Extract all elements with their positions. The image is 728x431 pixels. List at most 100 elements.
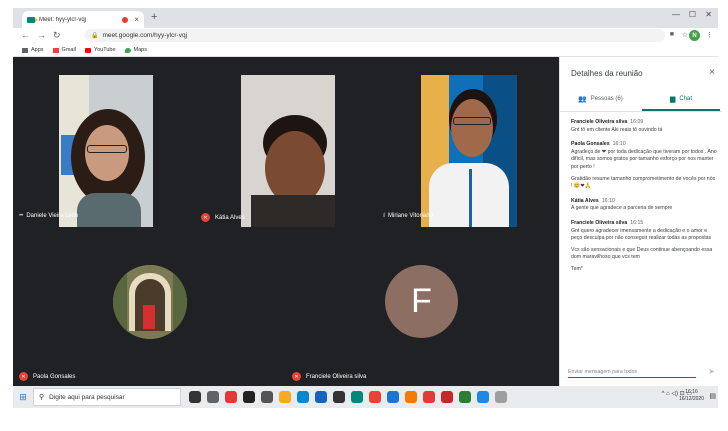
- participant-name: Kátia Alves: [215, 214, 245, 221]
- chat-icon: ▆: [670, 96, 676, 103]
- mic-off-icon: ✕: [19, 372, 28, 381]
- address-bar-row: ← → ↻ 🔒 meet.google.com/hyy-ylcr-vqj ■ ☆…: [13, 28, 718, 44]
- participant-name: Miriane Vitoriano: [388, 213, 433, 219]
- participant-name: Paola Gonsales: [33, 373, 76, 380]
- maximize-button[interactable]: ☐: [689, 10, 696, 19]
- message-text: A gente que agradece a parceria de sempr…: [571, 205, 673, 212]
- taskbar-app-icon[interactable]: [315, 391, 327, 403]
- mic-off-icon: ✕: [292, 372, 301, 381]
- message-text: Gratidão resume tamanho comprometimento …: [571, 175, 716, 190]
- reload-icon[interactable]: ↻: [53, 30, 61, 41]
- participant-tile[interactable]: ıl Miriane Vitoriano: [377, 57, 559, 227]
- browser-tab-bar: Meet: hyy-ylcr-vqj × + — ☐ ✕: [13, 8, 718, 28]
- youtube-icon: [84, 47, 91, 53]
- close-window-button[interactable]: ✕: [705, 10, 712, 19]
- participant-video: [421, 75, 517, 227]
- speaking-indicator-icon: •••: [19, 213, 23, 219]
- taskbar-app-icon[interactable]: [495, 391, 507, 403]
- forward-arrow-icon[interactable]: →: [37, 30, 46, 40]
- participant-avatar: F: [385, 265, 458, 338]
- message-sender: Franciele Oliveira silva: [571, 119, 628, 125]
- taskbar-app-icon[interactable]: [225, 391, 237, 403]
- message-text: Agradeço de ❤ por toda dedicação que tiv…: [571, 148, 717, 170]
- participant-tile[interactable]: ✕ Kátia Alves: [195, 57, 377, 227]
- bookmark-maps[interactable]: Maps: [124, 47, 147, 53]
- lock-icon: 🔒: [91, 33, 99, 39]
- meet-favicon-icon: [27, 16, 38, 23]
- taskbar-app-icon[interactable]: [387, 391, 399, 403]
- speaking-indicator-icon: ıl: [383, 213, 385, 219]
- chat-message: Franciele Oliveira silva 16:09 Gnt tô em …: [571, 119, 717, 134]
- taskbar-app-icon[interactable]: [423, 391, 435, 403]
- tab-label: Chat: [679, 96, 693, 102]
- menu-dots-icon[interactable]: ⋮: [706, 31, 713, 39]
- profile-avatar[interactable]: N: [689, 30, 700, 41]
- tab-close-button[interactable]: ×: [134, 15, 139, 24]
- windows-start-icon[interactable]: ⊞: [13, 392, 33, 403]
- participant-avatar: [113, 265, 187, 339]
- taskbar-app-icon[interactable]: [279, 391, 291, 403]
- people-icon: 👥: [578, 96, 587, 103]
- taskbar-app-icon[interactable]: [261, 391, 273, 403]
- bookmark-youtube[interactable]: YouTube: [84, 47, 116, 53]
- apps-grid-icon: [22, 47, 28, 53]
- taskbar-app-icon[interactable]: [441, 391, 453, 403]
- participant-tile[interactable]: ✕ Paola Gonsales: [13, 227, 286, 386]
- send-icon[interactable]: ➤: [708, 367, 715, 376]
- gmail-icon: [52, 47, 59, 53]
- tab-label: Pessoas (6): [590, 96, 623, 102]
- chat-message-input[interactable]: Enviar mensagem para todos: [568, 367, 696, 378]
- notification-icon[interactable]: ▤: [709, 392, 716, 400]
- search-icon: ⚲: [39, 394, 45, 401]
- taskbar-app-icon[interactable]: [405, 391, 417, 403]
- tab-chat[interactable]: ▆ Chat: [670, 95, 692, 103]
- bookmark-star-icon[interactable]: ☆: [682, 31, 688, 39]
- tab-title: Meet: hyy-ylcr-vqj: [39, 16, 87, 23]
- url-input[interactable]: 🔒 meet.google.com/hyy-ylcr-vqj: [85, 29, 665, 42]
- bookmark-label: YouTube: [93, 47, 116, 53]
- recording-indicator-icon: [122, 16, 129, 23]
- taskbar-app-icon[interactable]: [333, 391, 345, 403]
- maps-pin-icon: [124, 47, 131, 53]
- taskbar-clock[interactable]: 16:16 16/12/2020: [679, 389, 704, 403]
- participant-tile[interactable]: F ✕ Franciele Oliveira silva: [286, 227, 559, 386]
- bookmark-apps[interactable]: Apps: [22, 47, 44, 53]
- participant-video: [241, 75, 335, 227]
- minimize-button[interactable]: —: [672, 10, 680, 19]
- url-text: meet.google.com/hyy-ylcr-vqj: [102, 32, 188, 39]
- back-arrow-icon[interactable]: ←: [21, 30, 30, 40]
- taskbar-app-icon[interactable]: [189, 391, 201, 403]
- participant-tile[interactable]: ••• Daniele Vieira Leite: [13, 57, 195, 227]
- new-tab-button[interactable]: +: [151, 11, 157, 23]
- divider: [560, 111, 722, 112]
- windows-taskbar: ⊞ ⚲ Digite aqui para pesquisar ^ ⌂ ◁) ⊡ …: [13, 386, 718, 408]
- message-text: Vcs são sensacionais e que Deus continue…: [571, 246, 713, 261]
- taskbar-app-icons: [189, 391, 513, 403]
- message-text: Tem*: [571, 265, 583, 272]
- participant-video: [59, 75, 153, 227]
- participant-name: Daniele Vieira Leite: [26, 213, 79, 219]
- meet-video-grid: ••• Daniele Vieira Leite ✕ Kátia Alves ı…: [13, 57, 559, 386]
- message-text: Gnt tô em cliente Aki reais tô ouvindo t…: [571, 126, 663, 133]
- browser-tab-meet[interactable]: Meet: hyy-ylcr-vqj ×: [22, 11, 144, 28]
- taskbar-app-icon[interactable]: [459, 391, 471, 403]
- taskbar-app-icon[interactable]: [477, 391, 489, 403]
- taskbar-app-icon[interactable]: [351, 391, 363, 403]
- meeting-details-panel: Detalhes da reunião × 👥 Pessoas (6) ▆ Ch…: [559, 57, 722, 386]
- taskbar-app-icon[interactable]: [369, 391, 381, 403]
- message-time: 16:10: [612, 141, 626, 148]
- taskbar-app-icon[interactable]: [207, 391, 219, 403]
- chat-message: Kátia Alves 16:10 A gente que agradece a …: [571, 198, 717, 213]
- message-sender: Kátia Alves: [571, 197, 599, 204]
- close-panel-button[interactable]: ×: [709, 67, 715, 78]
- bookmark-label: Gmail: [61, 47, 76, 53]
- taskbar-app-icon[interactable]: [297, 391, 309, 403]
- camera-indicator-icon[interactable]: ■: [670, 31, 674, 38]
- chat-message: Franciele Oliveira silva 16:15 Gnt quero …: [571, 220, 717, 274]
- tab-people[interactable]: 👥 Pessoas (6): [578, 95, 623, 103]
- taskbar-app-icon[interactable]: [243, 391, 255, 403]
- bookmark-gmail[interactable]: Gmail: [52, 47, 76, 53]
- taskbar-search-input[interactable]: ⚲ Digite aqui para pesquisar: [33, 388, 181, 406]
- message-time: 16:09: [630, 119, 644, 125]
- chat-messages: Franciele Oliveira silva 16:09 Gnt tô em …: [571, 119, 717, 281]
